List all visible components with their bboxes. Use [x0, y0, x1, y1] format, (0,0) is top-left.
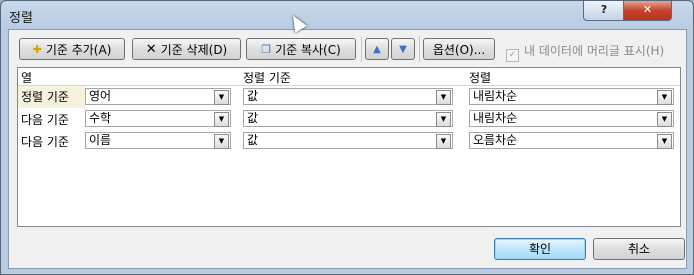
- chevron-down-icon[interactable]: ▼: [214, 90, 229, 105]
- order-select[interactable]: 내림차순 ▼: [469, 110, 674, 127]
- help-button[interactable]: ?: [583, 1, 625, 21]
- column-value: 이름: [89, 133, 112, 147]
- sort-level-row[interactable]: 다음 기준 이름 ▼ 값 ▼ 오름차순 ▼: [18, 130, 680, 152]
- sort-on-select[interactable]: 값 ▼: [243, 88, 453, 105]
- column-header-sort-on: 정렬 기준: [243, 71, 291, 85]
- chevron-down-icon[interactable]: ▼: [436, 134, 451, 149]
- sort-levels-grid: 열 정렬 기준 정렬 정렬 기준 영어 ▼ 값 ▼ 내림차순 ▼ 다음 기준 수…: [17, 67, 681, 227]
- row-label: 다음 기준: [21, 135, 69, 149]
- sort-on-select[interactable]: 값 ▼: [243, 132, 453, 149]
- sort-on-value: 값: [247, 111, 259, 125]
- chevron-down-icon[interactable]: ▼: [214, 112, 229, 127]
- copy-level-label: 기준 복사(C): [275, 43, 341, 57]
- delete-level-label: 기준 삭제(D): [160, 43, 228, 57]
- column-select[interactable]: 이름 ▼: [85, 132, 231, 149]
- header-checkbox-label: 내 데이터에 머리글 표시(H): [524, 44, 665, 58]
- add-level-button[interactable]: ✚ 기준 추가(A): [19, 38, 125, 60]
- copy-level-icon: ❐: [261, 43, 272, 56]
- order-value: 내림차순: [473, 111, 518, 125]
- close-button[interactable]: ✕: [623, 1, 672, 21]
- cancel-button[interactable]: 취소: [593, 238, 685, 260]
- add-level-icon: ✚: [32, 43, 42, 56]
- ok-button[interactable]: 확인: [494, 238, 586, 260]
- toolbar-separator: [419, 36, 420, 62]
- order-select[interactable]: 오름차순 ▼: [469, 132, 674, 149]
- row-label: 정렬 기준: [18, 86, 85, 108]
- sort-dialog: 정렬 ? ✕ ✚ 기준 추가(A) ✕ 기준 삭제(D) ❐ 기준 복사(C) ▲ ▼…: [0, 0, 694, 275]
- column-select[interactable]: 영어 ▼: [85, 88, 231, 105]
- column-value: 영어: [89, 89, 112, 103]
- column-select[interactable]: 수학 ▼: [85, 110, 231, 127]
- move-down-button[interactable]: ▼: [391, 38, 415, 60]
- copy-level-button[interactable]: ❐ 기준 복사(C): [246, 38, 356, 60]
- sort-on-value: 값: [247, 133, 259, 147]
- toolbar: ✚ 기준 추가(A) ✕ 기준 삭제(D) ❐ 기준 복사(C) ▲ ▼ 옵션(O).…: [9, 30, 686, 66]
- column-header-order: 정렬: [469, 71, 492, 85]
- grid-header: 열 정렬 기준 정렬: [18, 68, 680, 86]
- chevron-down-icon[interactable]: ▼: [214, 134, 229, 149]
- order-value: 오름차순: [473, 133, 518, 147]
- chevron-down-icon[interactable]: ▼: [657, 134, 672, 149]
- header-checkbox[interactable]: ✓: [506, 49, 519, 62]
- delete-x-icon: ✕: [145, 42, 157, 57]
- row-label: 다음 기준: [21, 113, 69, 127]
- column-header-column: 열: [21, 71, 33, 85]
- sort-level-row[interactable]: 정렬 기준 영어 ▼ 값 ▼ 내림차순 ▼: [18, 86, 680, 108]
- header-checkbox-row[interactable]: ✓ 내 데이터에 머리글 표시(H): [506, 42, 664, 62]
- dialog-title: 정렬: [9, 11, 33, 26]
- sort-on-select[interactable]: 값 ▼: [243, 110, 453, 127]
- title-bar[interactable]: 정렬 ? ✕: [1, 1, 693, 29]
- chevron-down-icon[interactable]: ▼: [657, 112, 672, 127]
- chevron-down-icon[interactable]: ▼: [657, 90, 672, 105]
- add-level-label: 기준 추가(A): [45, 43, 112, 57]
- move-up-button[interactable]: ▲: [365, 38, 389, 60]
- dialog-body: ✚ 기준 추가(A) ✕ 기준 삭제(D) ❐ 기준 복사(C) ▲ ▼ 옵션(O).…: [8, 29, 687, 269]
- chevron-down-icon[interactable]: ▼: [436, 90, 451, 105]
- sort-on-value: 값: [247, 89, 259, 103]
- column-value: 수학: [89, 111, 112, 125]
- chevron-down-icon[interactable]: ▼: [436, 112, 451, 127]
- order-value: 내림차순: [473, 89, 518, 103]
- delete-level-button[interactable]: ✕ 기준 삭제(D): [132, 38, 241, 60]
- order-select[interactable]: 내림차순 ▼: [469, 88, 674, 105]
- toolbar-separator: [361, 36, 362, 62]
- options-button[interactable]: 옵션(O)...: [423, 38, 495, 60]
- sort-level-row[interactable]: 다음 기준 수학 ▼ 값 ▼ 내림차순 ▼: [18, 108, 680, 130]
